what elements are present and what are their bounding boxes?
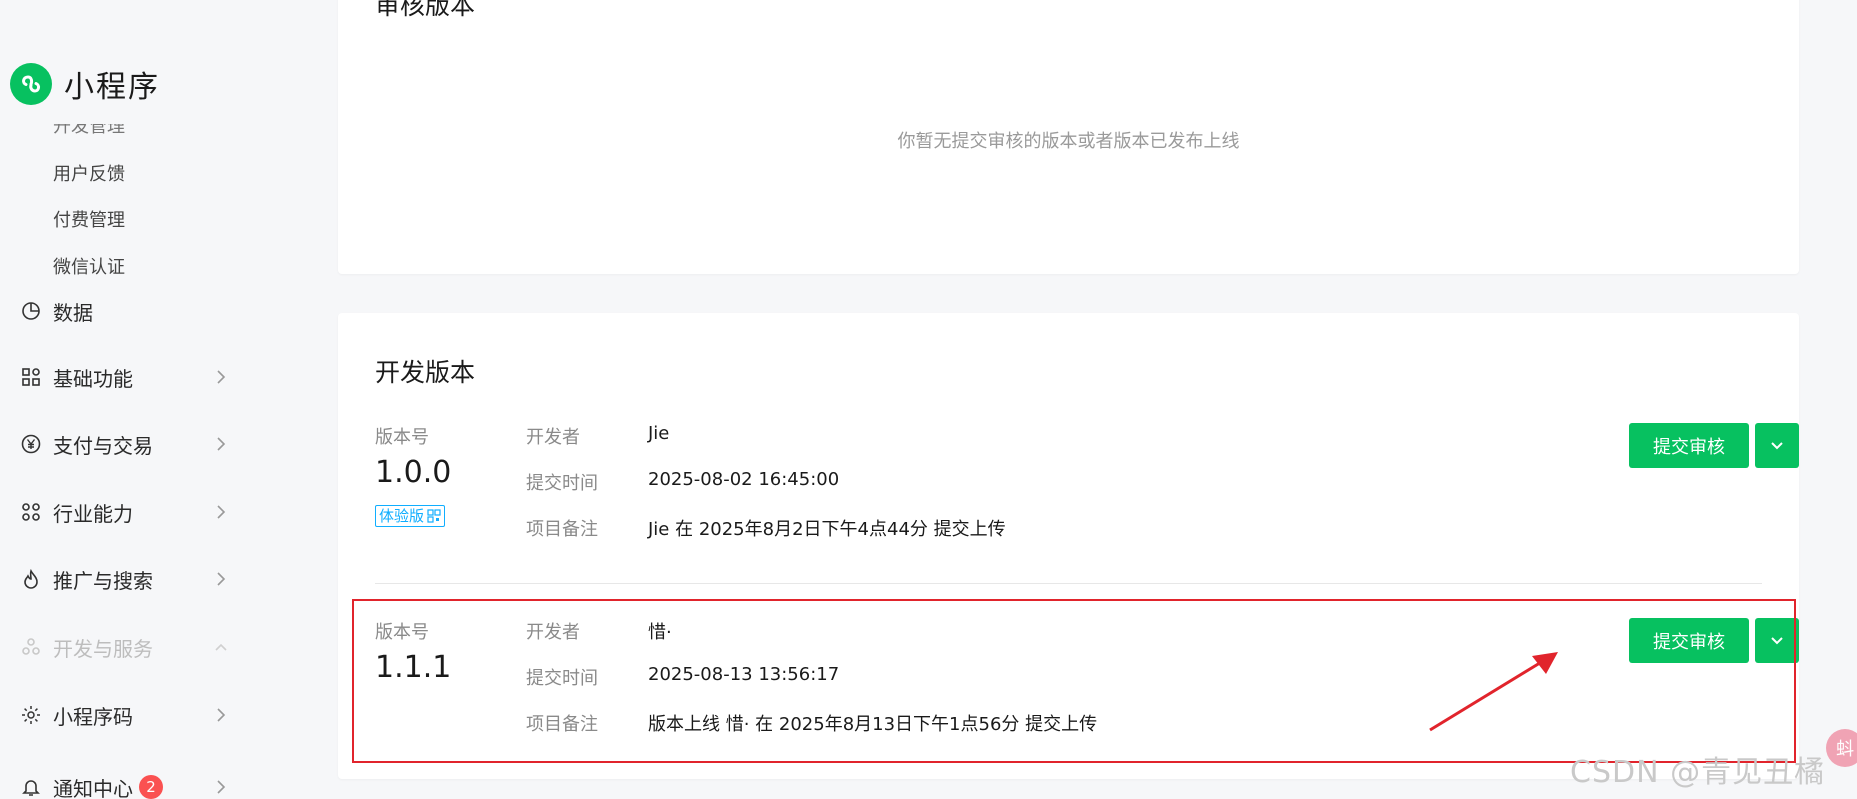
sidebar-item-industry-capability[interactable]: 行业能力	[20, 497, 228, 527]
chevron-right-icon	[217, 370, 226, 384]
app-title: 小程序	[64, 70, 160, 105]
submit-time-value: 2025-08-13 13:56:17	[648, 664, 840, 685]
version-divider	[375, 583, 1762, 584]
flame-icon	[20, 568, 42, 590]
chevron-right-icon	[217, 780, 226, 794]
sidebar-subitem-wechat-verify[interactable]: 微信认证	[53, 253, 125, 279]
chevron-down-icon	[1771, 636, 1783, 644]
review-empty-text: 你暂无提交审核的版本或者版本已发布上线	[897, 131, 1240, 152]
miniprogram-logo-icon	[10, 63, 52, 105]
watermark: CSDN @青见丑橘	[1570, 755, 1826, 790]
developer-key: 开发者	[526, 427, 580, 448]
trial-version-label: 体验版	[379, 507, 425, 525]
sidebar-item-basic-features[interactable]: 基础功能	[20, 362, 228, 392]
developer-key: 开发者	[526, 622, 580, 643]
app-logo[interactable]: 小程序	[10, 62, 160, 106]
sidebar-item-label: 推广与搜索	[53, 568, 153, 593]
submit-review-button[interactable]: 提交审核	[1629, 423, 1749, 468]
version-label: 版本号	[375, 622, 429, 643]
sidebar-item-label: 基础功能	[53, 366, 133, 391]
submit-time-key: 提交时间	[526, 473, 598, 494]
developer-value: Jie	[648, 423, 670, 444]
project-note-key: 项目备注	[526, 519, 598, 540]
review-section-title: 审核版本	[375, 0, 476, 20]
sidebar-item-label: 通知中心	[53, 776, 133, 799]
sidebar-subitem-user-feedback[interactable]: 用户反馈	[53, 160, 125, 186]
sidebar-item-label: 行业能力	[53, 501, 133, 526]
chevron-down-icon	[1771, 441, 1783, 449]
developer-value: 惜·	[648, 622, 672, 643]
version-row: 版本号 1.0.0 体验版 开发者 Jie 提交时间 2025-08-02 16…	[375, 423, 1799, 593]
review-version-card: 审核版本 你暂无提交审核的版本或者版本已发布上线	[338, 0, 1799, 274]
sidebar-item-payment-trade[interactable]: 支付与交易	[20, 429, 228, 459]
bell-icon	[20, 776, 42, 798]
chevron-right-icon	[217, 572, 226, 586]
project-note-value: 版本上线 惜· 在 2025年8月13日下午1点56分 提交上传	[648, 714, 1098, 735]
more-options-button[interactable]	[1755, 618, 1799, 663]
yuan-icon	[20, 433, 42, 455]
chevron-right-icon	[217, 708, 226, 722]
dev-version-card: 开发版本 版本号 1.0.0 体验版 开发者 Jie 提交时间 2025-08-…	[338, 313, 1799, 779]
qrcode-icon	[427, 509, 441, 523]
project-note-value: Jie 在 2025年8月2日下午4点44分 提交上传	[648, 519, 1006, 540]
submit-review-button[interactable]: 提交审核	[1629, 618, 1749, 663]
grid-icon	[20, 366, 42, 388]
floating-assistant-button[interactable]: 蚪	[1826, 729, 1857, 767]
more-options-button[interactable]	[1755, 423, 1799, 468]
trial-version-tag[interactable]: 体验版	[375, 505, 446, 527]
chevron-right-icon	[217, 505, 226, 519]
sidebar-item-label: 开发与服务	[53, 636, 153, 661]
submit-time-key: 提交时间	[526, 668, 598, 689]
sidebar-item-notification-center[interactable]: 通知中心 2	[20, 772, 228, 799]
sidebar-item-label: 小程序码	[53, 704, 133, 729]
page: 小程序 开发管理 用户反馈 付费管理 微信认证 数据 基础功能 支付与交易 行业…	[0, 0, 1857, 799]
version-number: 1.0.0	[375, 455, 452, 490]
sidebar-item-dev-service[interactable]: 开发与服务	[20, 632, 228, 662]
nodes-icon	[20, 501, 42, 523]
sidebar-item-promotion-search[interactable]: 推广与搜索	[20, 564, 228, 594]
sidebar: 小程序 开发管理 用户反馈 付费管理 微信认证 数据 基础功能 支付与交易 行业…	[0, 0, 300, 799]
chevron-right-icon	[217, 437, 226, 451]
sidebar-subitem-dev-management[interactable]: 开发管理	[53, 124, 125, 138]
pie-chart-icon	[20, 300, 42, 322]
version-label: 版本号	[375, 427, 429, 448]
sidebar-item-miniprogram-code[interactable]: 小程序码	[20, 700, 228, 730]
sun-code-icon	[20, 704, 42, 726]
dev-section-title: 开发版本	[375, 358, 476, 387]
sidebar-item-data[interactable]: 数据	[20, 296, 228, 326]
submit-time-value: 2025-08-02 16:45:00	[648, 469, 840, 490]
sidebar-item-label: 支付与交易	[53, 433, 153, 458]
sidebar-subitem-payment-management[interactable]: 付费管理	[53, 206, 125, 232]
annotation-arrow-icon	[1429, 652, 1558, 732]
chevron-up-icon	[215, 643, 227, 651]
sidebar-item-label: 数据	[53, 300, 93, 325]
project-note-key: 项目备注	[526, 714, 598, 735]
notification-count-badge: 2	[139, 775, 163, 799]
cluster-icon	[20, 636, 42, 658]
version-number: 1.1.1	[375, 650, 452, 685]
